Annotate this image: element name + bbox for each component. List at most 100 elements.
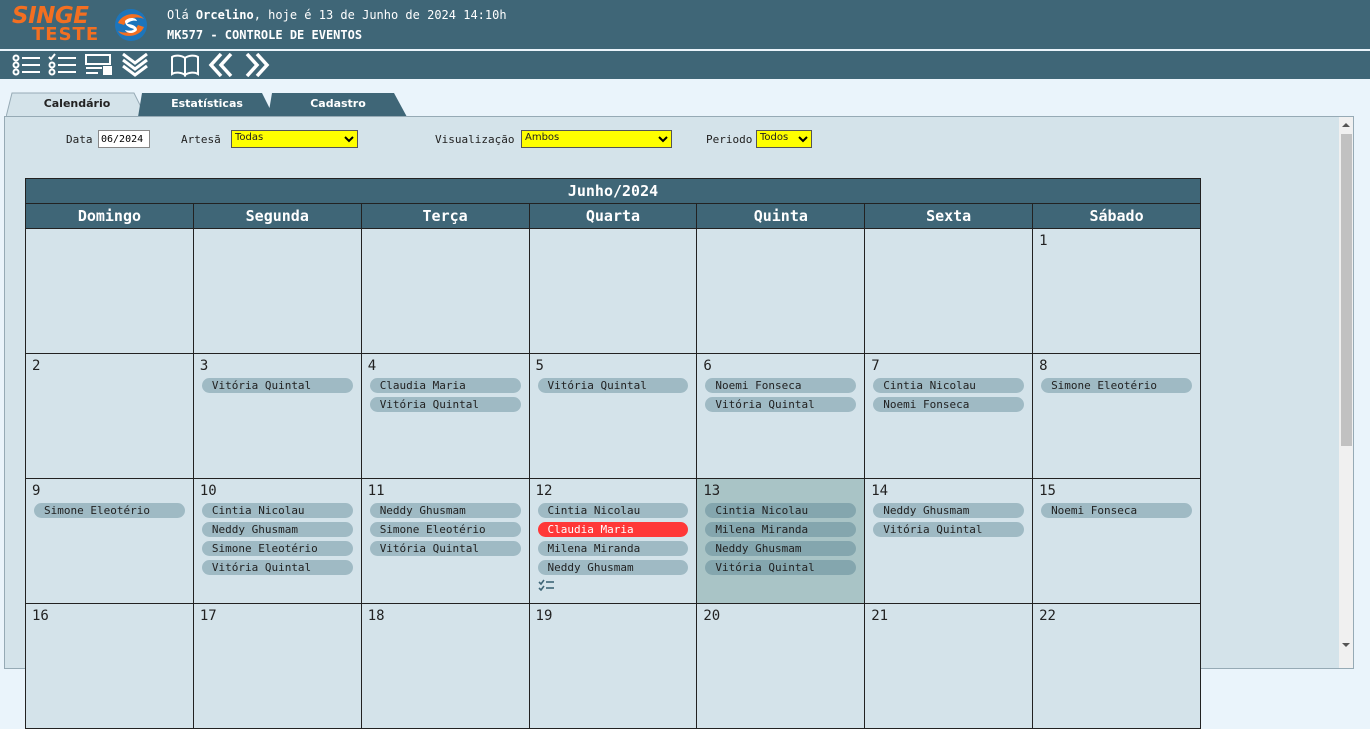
artesa-select[interactable]: Todas (231, 130, 358, 148)
event-pill[interactable]: Claudia Maria (537, 522, 689, 537)
calendar-day-today[interactable]: 13 Cintia Nicolau Milena Miranda Neddy Ghus… (696, 478, 866, 604)
event-pill[interactable]: Neddy Ghusmam (369, 503, 521, 518)
day-number: 4 (367, 358, 377, 374)
day-number (26, 229, 193, 253)
event-pill[interactable]: Vitória Quintal (873, 522, 1025, 537)
form-icon[interactable] (84, 53, 114, 77)
calendar-day[interactable]: 18 (360, 603, 530, 729)
weekday-header: Quinta (696, 203, 866, 229)
tab-calendario-label: Calendário (43, 97, 111, 110)
calendar-day[interactable]: 16 (25, 603, 194, 729)
artesa-select-value: Todas (235, 132, 264, 143)
calendar-day[interactable] (528, 228, 698, 354)
logo-bottom-text: TESTE (32, 24, 100, 45)
chevron-down-icon (798, 136, 808, 143)
singe-logo[interactable]: SINGE TESTE (10, 3, 105, 45)
scrollbar-thumb[interactable] (1341, 134, 1352, 446)
calendar-day[interactable]: 7 Cintia Nicolau Noemi Fonseca (864, 353, 1034, 479)
scroll-up-arrow-icon[interactable] (1342, 121, 1350, 129)
event-pill[interactable]: Milena Miranda (537, 541, 689, 556)
event-pill[interactable]: Noemi Fonseca (705, 378, 857, 393)
book-icon[interactable] (170, 53, 200, 77)
event-pill[interactable]: Milena Miranda (705, 522, 857, 537)
calendar-day[interactable]: 9 Simone Eleotério (25, 478, 194, 604)
double-chevron-down-icon[interactable] (120, 53, 150, 77)
calendar-day[interactable] (25, 228, 194, 354)
calendar-day[interactable] (696, 228, 866, 354)
calendar-day[interactable]: 11 Neddy Ghusmam Simone Eleotério Vitória Q… (360, 478, 530, 604)
event-pill[interactable]: Claudia Maria (369, 378, 521, 393)
event-pill[interactable]: Neddy Ghusmam (537, 560, 689, 575)
calendar-day[interactable]: 21 (864, 603, 1034, 729)
calendar-day[interactable]: 4 Claudia Maria Vitória Quintal (360, 353, 530, 479)
calendar-day[interactable]: 14 Neddy Ghusmam Vitória Quintal (864, 478, 1034, 604)
event-pill[interactable]: Neddy Ghusmam (201, 522, 353, 537)
checklist-icon[interactable] (537, 579, 554, 591)
event-pill[interactable]: Neddy Ghusmam (873, 503, 1025, 518)
calendar-day[interactable] (360, 228, 530, 354)
day-number: 1 (1039, 233, 1048, 249)
event-pill[interactable]: Vitória Quintal (369, 541, 521, 556)
checklist-icon[interactable] (47, 53, 77, 77)
event-pill[interactable]: Noemi Fonseca (1041, 503, 1192, 518)
calendar-day[interactable]: 6 Noemi Fonseca Vitória Quintal (696, 353, 866, 479)
list-icon[interactable] (11, 53, 41, 77)
tab-calendario[interactable]: Calendário (6, 92, 148, 117)
periodo-select[interactable]: Todos (756, 130, 812, 148)
calendar-day[interactable]: 10 Cintia Nicolau Neddy Ghusmam Simone Eleo… (192, 478, 362, 604)
event-pill[interactable]: Vitória Quintal (201, 378, 353, 393)
double-chevron-left-icon[interactable] (207, 53, 237, 77)
calendar-day[interactable]: 1 (1032, 228, 1201, 354)
tab-cadastro[interactable]: Cadastro (268, 92, 408, 117)
day-number: 14 (871, 483, 889, 499)
calendar-grid: Junho/2024 Domingo Segunda Terça Quarta Quin… (25, 178, 1201, 729)
calendar-day[interactable]: 15 Noemi Fonseca (1032, 478, 1201, 604)
day-number: 18 (367, 608, 385, 624)
visualizacao-select[interactable]: Ambos (521, 130, 672, 148)
event-pill[interactable]: Cintia Nicolau (705, 503, 857, 518)
module-title: MK577 - CONTROLE DE EVENTOS (167, 28, 363, 42)
calendar-day[interactable]: 2 (25, 353, 194, 479)
event-pill[interactable]: Neddy Ghusmam (705, 541, 857, 556)
weekday-header: Terça (360, 203, 530, 229)
weekday-header-row: Domingo Segunda Terça Quarta Quinta Sexta Sába… (25, 203, 1201, 229)
day-number: 8 (1039, 358, 1048, 374)
event-pill[interactable]: Noemi Fonseca (873, 397, 1025, 412)
calendar-day[interactable]: 8 Simone Eleotério (1032, 353, 1201, 479)
calendar-day[interactable]: 3 Vitória Quintal (192, 353, 362, 479)
event-pill[interactable]: Simone Eleotério (201, 541, 353, 556)
event-pill[interactable]: Simone Eleotério (34, 503, 185, 518)
event-pill[interactable]: Vitória Quintal (537, 378, 689, 393)
day-number (362, 229, 529, 253)
event-pill[interactable]: Cintia Nicolau (201, 503, 353, 518)
scroll-down-arrow-icon[interactable] (1342, 641, 1350, 649)
calendar-day[interactable] (192, 228, 362, 354)
calendar-day[interactable]: 5 Vitória Quintal (528, 353, 698, 479)
event-pill[interactable]: Simone Eleotério (369, 522, 521, 537)
double-chevron-right-icon[interactable] (241, 53, 271, 77)
event-pill[interactable]: Vitória Quintal (705, 397, 857, 412)
data-input[interactable] (98, 130, 150, 148)
event-pill[interactable]: Vitória Quintal (201, 560, 353, 575)
calendar-week-row: 2 3 Vitória Quintal 4 Claudia Maria Vitória Q… (25, 353, 1201, 479)
calendar-day[interactable]: 17 (192, 603, 362, 729)
vertical-scrollbar[interactable] (1339, 117, 1353, 668)
event-pill[interactable]: Cintia Nicolau (537, 503, 689, 518)
day-number: 20 (703, 608, 721, 624)
day-number: 21 (871, 608, 889, 624)
tab-estatisticas[interactable]: Estatísticas (138, 92, 276, 117)
calendar-day[interactable]: 19 (528, 603, 698, 729)
calendar-day[interactable] (864, 228, 1034, 354)
calendar-day[interactable]: 22 (1032, 603, 1201, 729)
event-pill[interactable]: Vitória Quintal (369, 397, 521, 412)
day-number: 16 (32, 608, 49, 624)
tab-estatisticas-label: Estatísticas (171, 97, 243, 110)
event-pill[interactable]: Cintia Nicolau (873, 378, 1025, 393)
calendar-day[interactable]: 20 (696, 603, 866, 729)
greeting-prefix: Olá (167, 8, 189, 22)
event-pill[interactable]: Simone Eleotério (1041, 378, 1192, 393)
calendar-day[interactable]: 12 Cintia Nicolau Claudia Maria Milena Mira… (528, 478, 698, 604)
event-pill[interactable]: Vitória Quintal (705, 560, 857, 575)
artesa-label: Artesã (181, 133, 221, 146)
calendar-week-row: 9 Simone Eleotério 10 Cintia Nicolau Neddy G… (25, 478, 1201, 604)
